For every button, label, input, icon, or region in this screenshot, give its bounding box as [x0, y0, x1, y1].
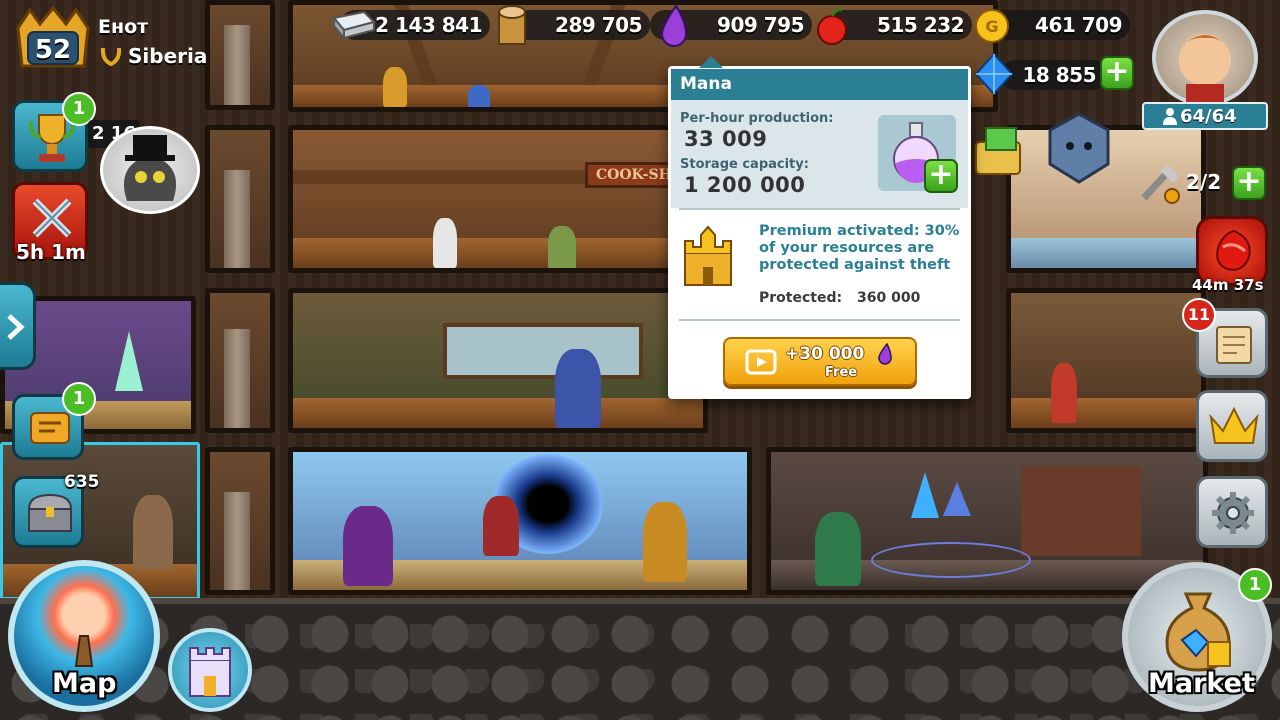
event-timer: 44m 37s	[1192, 276, 1264, 294]
chest-items-icon[interactable]	[968, 122, 1028, 180]
capacity-value: 1 200 000	[684, 173, 806, 197]
crystal-room[interactable]	[766, 447, 1208, 595]
corridor-room[interactable]	[205, 447, 275, 595]
settings-button[interactable]	[1196, 476, 1268, 548]
gear-icon	[1210, 490, 1256, 540]
food-value: 515 232	[877, 13, 964, 37]
crossed-swords-icon	[27, 193, 77, 247]
video-ad-icon	[745, 349, 777, 379]
free-mana-button[interactable]: +30 000 Free	[723, 337, 917, 386]
gems-resource[interactable]: 18 855	[1000, 60, 1108, 90]
wood-value: 289 705	[555, 13, 642, 37]
capacity-label: Storage capacity:	[680, 157, 809, 172]
builders-tools-icon	[1138, 164, 1182, 204]
map-label: Map	[52, 668, 117, 699]
gold-coin-icon: G	[974, 8, 1010, 44]
popup-title: Mana	[671, 69, 968, 100]
lighthouse-icon	[64, 628, 104, 672]
buy-gems-button[interactable]: +	[1100, 56, 1134, 90]
raven-avatar[interactable]	[100, 126, 200, 214]
mana-value: 909 795	[717, 13, 804, 37]
hero-avatar[interactable]	[1152, 10, 1258, 106]
free-mana-amount: +30 000	[785, 344, 865, 364]
expand-menu-button[interactable]	[0, 282, 36, 370]
population-banner[interactable]: 64/64	[1142, 102, 1268, 130]
player-level: 52	[34, 35, 72, 65]
player-level-badge[interactable]: 52	[12, 5, 94, 72]
portal-room[interactable]	[288, 447, 752, 595]
treasure-chest-icon	[25, 491, 75, 539]
gems-value: 18 855	[1022, 63, 1096, 87]
wood-log-icon	[494, 4, 530, 48]
player-name: Енот	[98, 16, 149, 38]
money-bag-icon	[1156, 582, 1240, 678]
free-label: Free	[825, 365, 858, 380]
corridor-room[interactable]	[205, 0, 275, 110]
corridor-room[interactable]	[205, 125, 275, 273]
weapon-room[interactable]	[1006, 288, 1206, 433]
golem-icon[interactable]	[1046, 112, 1112, 184]
production-label: Per-hour production:	[680, 111, 834, 126]
gold-resource[interactable]: 461 709	[990, 10, 1130, 40]
builders-count: 2/2	[1186, 170, 1222, 194]
gem-icon	[972, 52, 1016, 96]
crown-icon	[1207, 405, 1261, 453]
mana-potion-button[interactable]: +	[878, 115, 958, 193]
popup-divider	[679, 319, 960, 321]
premium-text: Premium activated: 30% of your resources…	[759, 223, 960, 273]
castle-icon	[184, 640, 236, 704]
war-room[interactable]	[288, 288, 708, 433]
letters-badge: 11	[1182, 298, 1216, 332]
laurel-icon	[100, 46, 122, 67]
population-count: 64/64	[1180, 106, 1237, 127]
mana-drop-small-icon	[875, 342, 895, 369]
svg-text:G: G	[985, 17, 998, 36]
protected-value: 360 000	[857, 290, 921, 306]
apple-icon	[814, 6, 850, 46]
castle-scene: COOK-SHO	[0, 0, 1280, 720]
event-orb-icon	[1209, 227, 1259, 281]
market-label: Market	[1148, 668, 1255, 699]
market-badge: 1	[1238, 568, 1272, 602]
ranking-button[interactable]	[1196, 390, 1268, 462]
mana-info-popup: Mana Per-hour production: 33 009 Storage…	[668, 56, 971, 399]
production-value: 33 009	[684, 127, 768, 151]
iron-ingot-icon	[326, 8, 376, 42]
scroll-icon	[25, 405, 75, 455]
popup-divider	[679, 208, 960, 210]
gold-value: 461 709	[1035, 13, 1122, 37]
raid-timer: 5h 1m	[16, 240, 86, 264]
castle-gold-icon	[677, 225, 739, 293]
scroll-badge: 1	[62, 382, 96, 416]
add-mana-icon[interactable]: +	[924, 159, 958, 193]
mana-drop-icon	[652, 4, 692, 48]
corridor-room[interactable]	[205, 288, 275, 433]
player-location[interactable]: Siberia	[128, 44, 207, 68]
buy-builder-button[interactable]: +	[1232, 166, 1266, 200]
iron-value: 2 143 841	[375, 13, 482, 37]
castle-button[interactable]	[168, 628, 252, 712]
protected-label: Protected:	[759, 290, 843, 306]
parchment-icon	[1209, 321, 1259, 373]
chevron-right-icon	[4, 313, 26, 345]
chest-count: 635	[64, 472, 100, 492]
kitchen-room[interactable]: COOK-SHO	[288, 125, 708, 273]
wood-resource[interactable]: 289 705	[510, 10, 650, 40]
person-icon	[1162, 107, 1178, 125]
